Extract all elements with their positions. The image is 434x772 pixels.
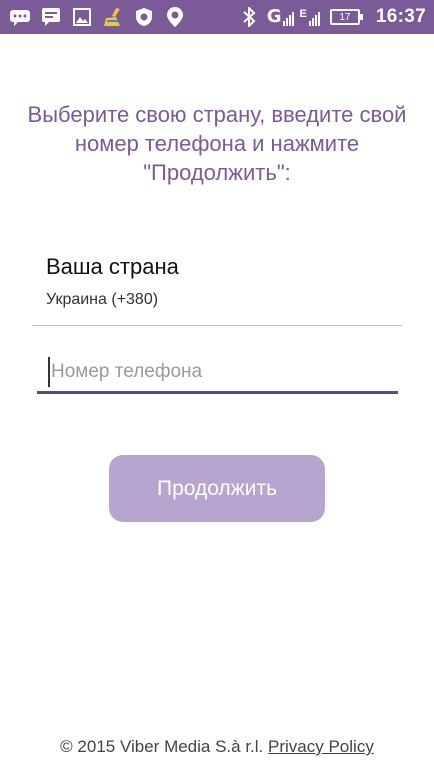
text-cursor [48,356,50,387]
country-label: Ваша страна [46,254,179,279]
instructions-text: Выберите свою страну, введите свой номер… [27,102,407,185]
broom-cleaner-icon [101,5,125,29]
signal-bars-icon [282,8,294,26]
signal-2-indicator: E [300,8,320,26]
divider [32,325,402,326]
status-bar: G E 17 16:37 [0,0,434,34]
battery-level: 17 [339,11,351,23]
message-bubbles-icon [8,5,32,29]
copyright-text: © 2015 Viber Media S.à r.l. [60,737,264,756]
signal-1-indicator: G [267,8,294,26]
footer: © 2015 Viber Media S.à r.l. Privacy Poli… [0,737,434,757]
phone-number-field[interactable] [37,352,398,394]
clock: 16:37 [375,6,426,27]
privacy-policy-link[interactable]: Privacy Policy [268,737,374,756]
gallery-icon [70,5,94,29]
location-pin-icon [163,5,187,29]
country-selector[interactable]: Ваша страна Украина (+380) [32,254,402,326]
phone-number-input[interactable] [51,360,371,383]
shield-icon [132,5,156,29]
continue-button[interactable]: Продолжить [109,455,325,522]
country-value[interactable]: Украина (+380) [32,291,402,309]
battery-icon: 17 [329,9,363,25]
signal-bars-icon [308,8,320,26]
chat-icon [39,5,63,29]
bluetooth-icon [237,5,261,29]
